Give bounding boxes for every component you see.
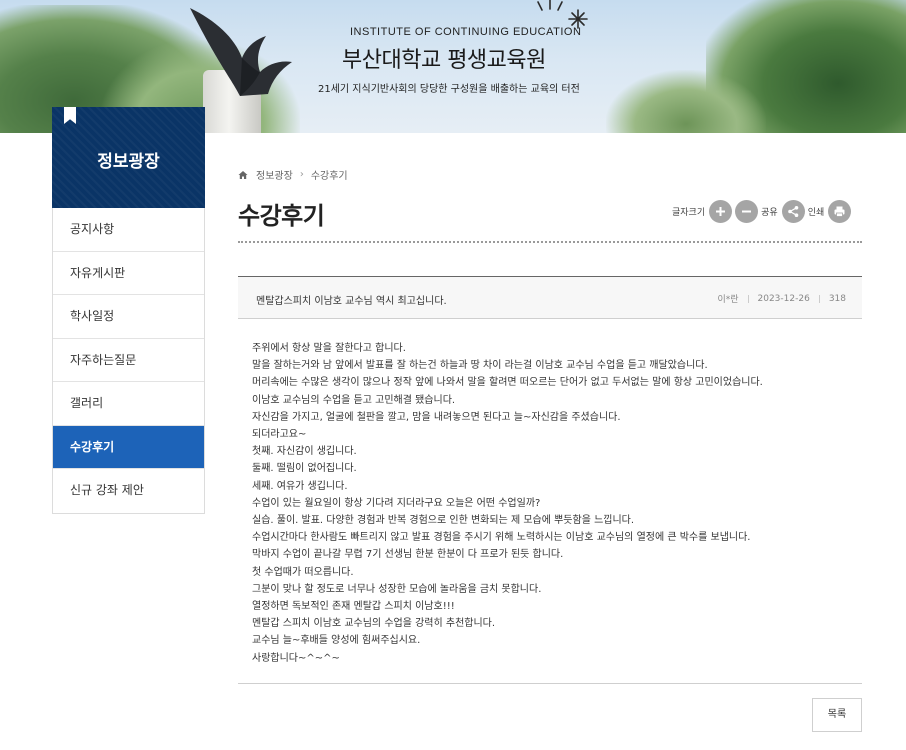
post-meta: 이*란 2023-12-26 318 (717, 292, 846, 306)
post-line: 머리속에는 수많은 생각이 많으나 정작 앞에 나와서 말을 할려면 떠오르는 … (252, 377, 763, 389)
post-line: 말을 잘하는거와 남 앞에서 발표를 잘 하는건 하늘과 땅 차이 라는걸 이남… (252, 360, 708, 372)
sidebar-menu: 공지사항 자유게시판 학사일정 자주하는질문 갤러리 수강후기 신규 강좌 제안 (52, 208, 205, 514)
font-decrease-button[interactable] (735, 199, 759, 223)
post-line: 세째. 여유가 생깁니다. (252, 480, 348, 492)
post-line: 멘탈갑 스피치 이남호 교수님의 수업을 강력히 추천합니다. (252, 618, 496, 630)
post-date: 2023-12-26 (757, 293, 810, 304)
home-icon[interactable] (238, 170, 248, 180)
sidebar-item-course-reviews[interactable]: 수강후기 (53, 425, 204, 469)
share-button[interactable] (781, 199, 805, 223)
post-views: 318 (828, 293, 846, 304)
post-title: 멘탈갑스피치 이남호 교수님 역시 최고십니다. (256, 296, 447, 307)
bookmark-icon (64, 107, 76, 124)
post-line: 수업이 있는 월요일이 항상 기다려 지더라구요 오늘은 어떤 수업일까? (252, 497, 541, 509)
sidebar-item-free-board[interactable]: 자유게시판 (53, 252, 204, 295)
post-header: 멘탈갑스피치 이남호 교수님 역시 최고십니다. 이*란 2023-12-26 … (238, 276, 862, 319)
post-line: 막바지 수업이 끝나갈 무렵 7기 선생님 한분 한분이 다 프로가 된듯 합니… (252, 549, 564, 561)
institute-korean-name[interactable]: 부산대학교 평생교육원 (342, 42, 546, 74)
minus-icon (742, 210, 752, 212)
post-line: 주위에서 항상 말을 잘한다고 합니다. (252, 343, 406, 354)
post-line: 열정하면 독보적인 존재 멘탈갑 스피치 이남호!!! (252, 601, 455, 613)
post-line: 실습. 풀이. 발표. 다양한 경험과 반복 경험으로 인한 변화되는 제 모습… (252, 515, 635, 527)
font-increase-button[interactable] (709, 199, 733, 223)
share-icon (787, 205, 798, 217)
breadcrumb-item-course-reviews[interactable]: 수강후기 (311, 167, 348, 182)
post-line: 그분이 맞나 할 정도로 너무나 성장한 모습에 놀라움을 금치 못합니다. (252, 583, 542, 595)
chevron-right-icon: › (299, 169, 304, 180)
sidebar-item-new-course-proposal[interactable]: 신규 강좌 제안 (53, 469, 204, 513)
sidebar-header: 정보광장 (52, 107, 205, 208)
page-title: 수강후기 (238, 202, 325, 230)
institute-tagline: 21세기 지식기반사회의 당당한 구성원을 배출하는 교육의 터전 (318, 84, 580, 95)
post-line: 자신감을 가지고, 얼굴에 철판을 깔고, 맘을 내려놓으면 된다고 늘~자신감… (252, 411, 621, 423)
share-label: 공유 (761, 207, 778, 218)
post-body: 주위에서 항상 말을 잘한다고 합니다. 말을 잘하는거와 남 앞에서 발표를 … (252, 340, 852, 667)
post-line: 첫째. 자신감이 생깁니다. (252, 446, 357, 458)
breadcrumb: 정보광장 › 수강후기 (238, 167, 348, 182)
sidebar-item-notice[interactable]: 공지사항 (53, 208, 204, 252)
sidebar-item-academic-calendar[interactable]: 학사일정 (53, 295, 204, 339)
eagle-statue-icon (190, 8, 292, 96)
page-tools: 글자크기 공유 인쇄 (672, 199, 854, 223)
print-button[interactable] (828, 199, 852, 223)
post-author: 이*란 (717, 295, 739, 305)
post-line: 이남호 교수님의 수업을 듣고 고민해결 됐습니다. (252, 394, 456, 406)
sidebar-title: 정보광장 (97, 152, 160, 172)
post-line: 수업시간마다 한사람도 빠트리지 않고 발표 경험을 주시기 위해 노력하시는 … (252, 532, 751, 544)
post-line: 되더라고요~ (252, 429, 307, 441)
plus-icon (716, 206, 726, 216)
post-line: 둘째. 떨림이 없어집니다. (252, 463, 357, 475)
post-line: 교수님 늘~후배들 양성에 힘써주십시요. (252, 635, 421, 647)
post-line: 첫 수업때가 떠오릅니다. (252, 566, 354, 578)
breadcrumb-item-info-plaza[interactable]: 정보광장 (256, 167, 293, 182)
post-line: 사랑합니다~^~^~ (252, 652, 340, 664)
list-button[interactable]: 목록 (812, 698, 862, 732)
font-size-label: 글자크기 (672, 207, 706, 218)
sidebar-item-gallery[interactable]: 갤러리 (53, 382, 204, 426)
post-bottom-divider (238, 683, 862, 684)
printer-icon (834, 206, 845, 217)
title-divider (238, 241, 862, 243)
sidebar-item-faq[interactable]: 자주하는질문 (53, 339, 204, 382)
banner-tree-right-2 (606, 70, 766, 133)
print-label: 인쇄 (807, 207, 825, 218)
meta-divider (818, 294, 820, 303)
meta-divider (747, 294, 749, 303)
